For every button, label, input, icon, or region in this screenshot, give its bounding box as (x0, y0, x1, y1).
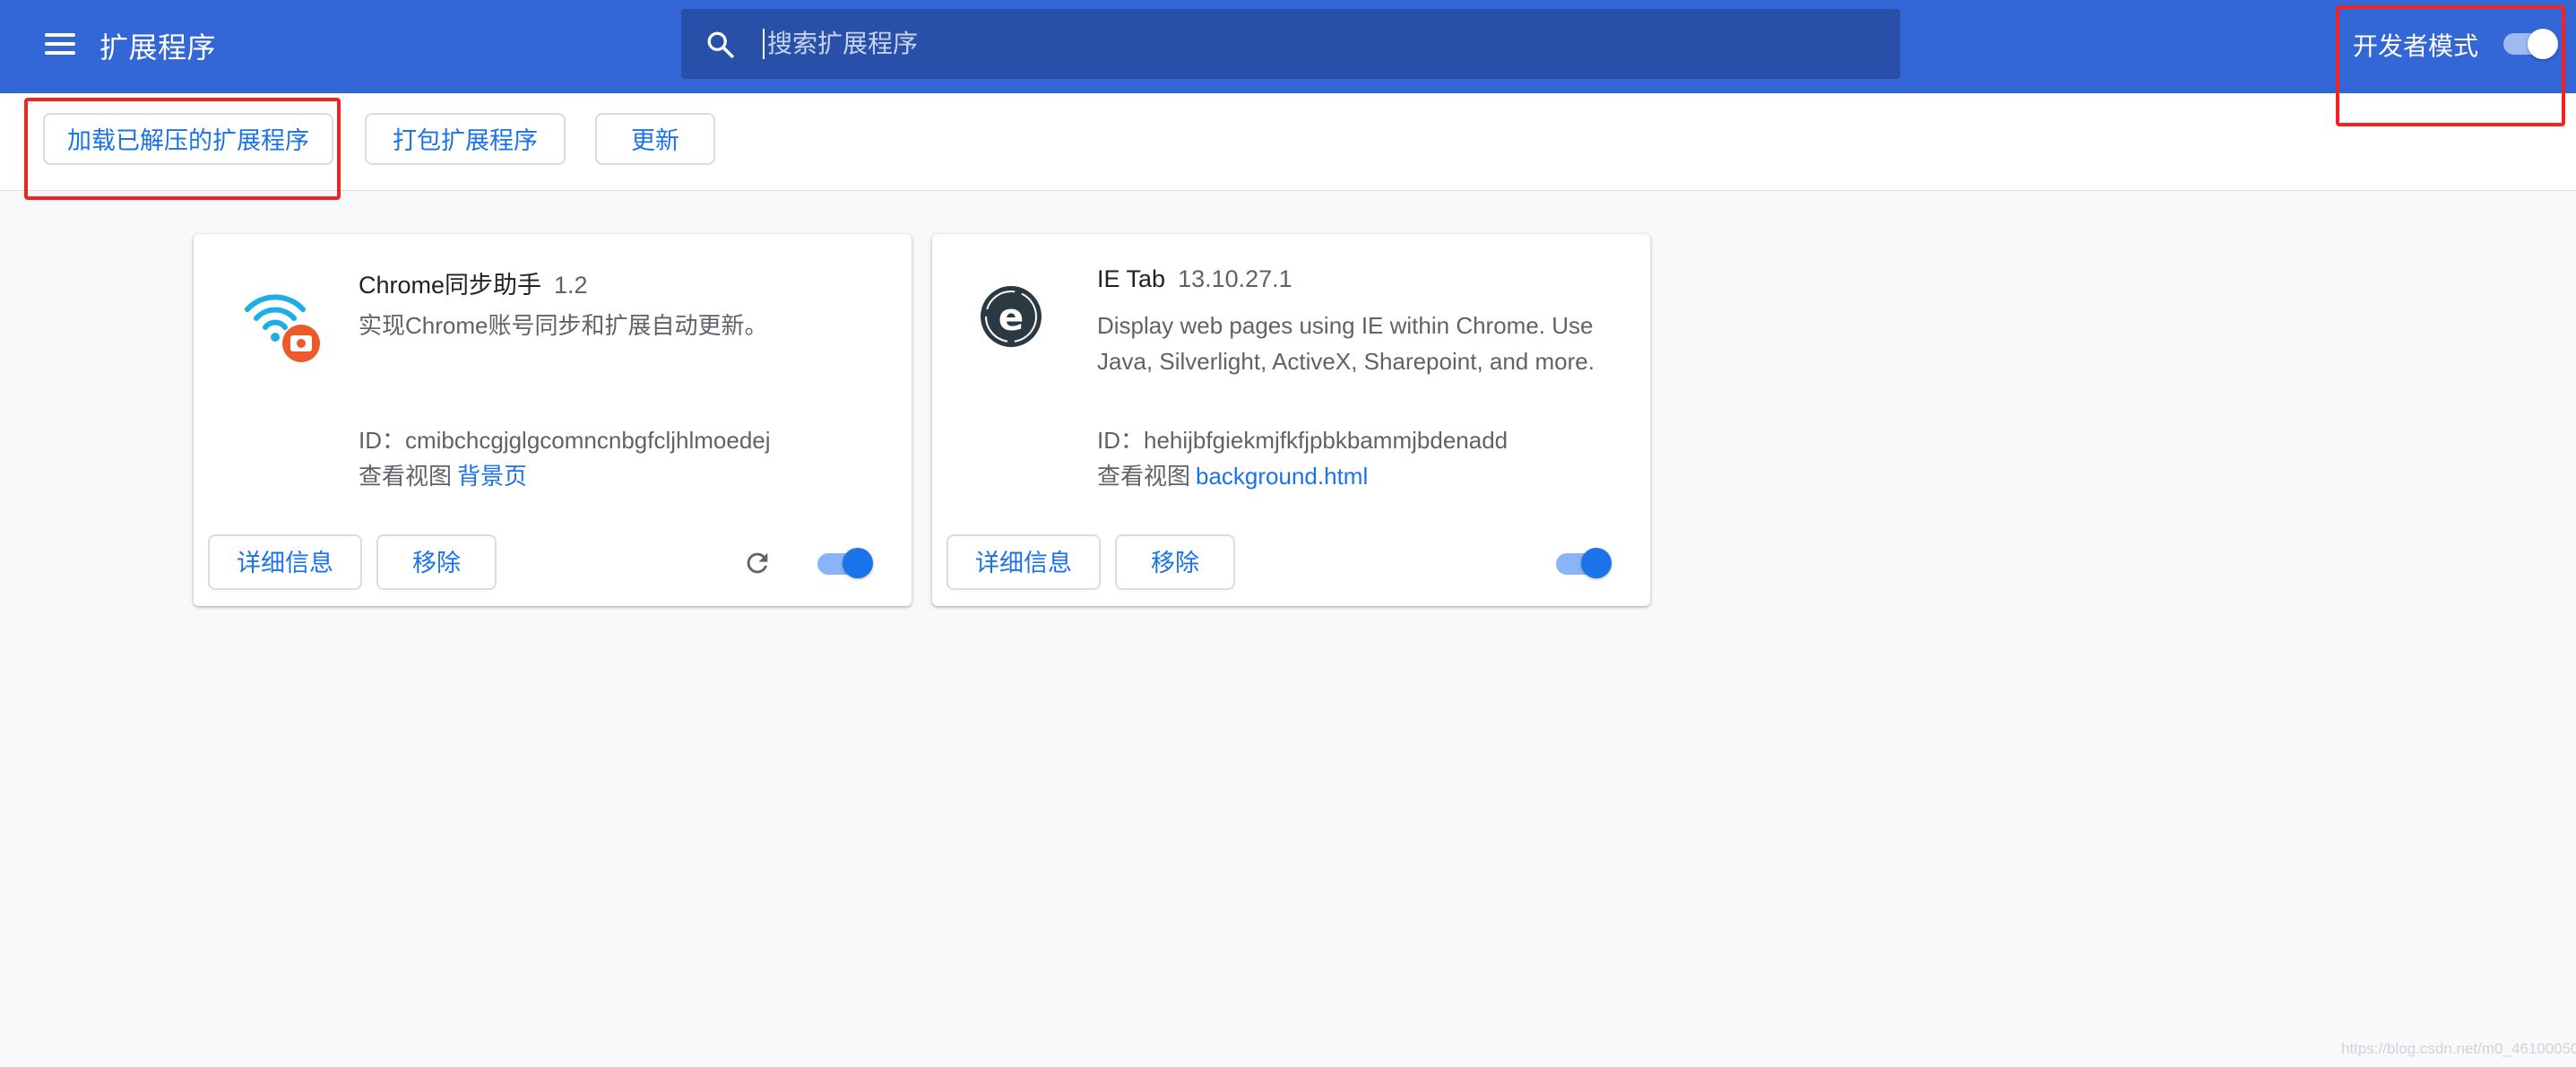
extension-title: IE Tab (1097, 265, 1166, 292)
dev-toolbar: 加载已解压的扩展程序 打包扩展程序 更新 (0, 93, 2576, 191)
load-unpacked-button[interactable]: 加载已解压的扩展程序 (43, 113, 333, 165)
extension-version: 1.2 (554, 272, 588, 299)
svg-text:e: e (998, 295, 1024, 339)
details-button[interactable]: 详细信息 (208, 534, 362, 590)
extension-enable-toggle[interactable] (1556, 548, 1613, 578)
extension-id: ID：cmibchcgjglgcomncnbgfcljhlmoedej (359, 427, 771, 454)
extension-id: ID：hehijbfgiekmjfkfjpbkbammjbdenadd (1097, 427, 1508, 454)
extension-name: Chrome同步助手 1.2 (359, 265, 588, 300)
page-title: 扩展程序 (99, 31, 217, 64)
extension-description: 实现Chrome账号同步和扩展自动更新。 (359, 312, 768, 339)
app-header: 扩展程序 开发者模式 (0, 0, 2576, 93)
extension-enable-toggle[interactable] (817, 548, 875, 578)
watermark: https://blog.csdn.net/m0_46100050 (2341, 1040, 2576, 1057)
dev-mode-toggle[interactable] (2503, 29, 2559, 59)
remove-button[interactable]: 移除 (1115, 534, 1235, 590)
dev-mode-label: 开发者模式 (2353, 32, 2479, 60)
inspect-views-label: 查看视图 (1097, 463, 1191, 490)
details-button[interactable]: 详细信息 (947, 534, 1101, 590)
inspect-views: 查看视图 背景页 (359, 458, 527, 491)
extension-version: 13.10.27.1 (1178, 265, 1292, 292)
update-button[interactable]: 更新 (595, 113, 715, 165)
menu-icon[interactable] (45, 30, 77, 57)
extension-title: Chrome同步助手 (359, 272, 542, 299)
wifi-sync-icon (245, 294, 320, 362)
search-input[interactable] (764, 22, 1846, 66)
pack-extension-button[interactable]: 打包扩展程序 (365, 113, 566, 165)
reload-icon[interactable] (742, 548, 773, 578)
extension-card: e IE Tab 13.10.27.1 Display web pages usi… (932, 234, 1650, 606)
background-page-link[interactable]: 背景页 (457, 463, 527, 490)
inspect-views-label: 查看视图 (359, 463, 453, 490)
extension-description: Display web pages using IE within Chrome… (1097, 312, 1595, 375)
extension-card: Chrome同步助手 1.2 实现Chrome账号同步和扩展自动更新。 ID：cm… (194, 234, 912, 606)
background-page-link[interactable]: background.html (1196, 463, 1368, 490)
search-icon (707, 31, 734, 58)
remove-button[interactable]: 移除 (376, 534, 497, 590)
extension-name: IE Tab 13.10.27.1 (1097, 265, 1292, 293)
search-box[interactable] (681, 9, 1900, 79)
ie-tab-icon: e (981, 286, 1042, 347)
inspect-views: 查看视图 background.html (1097, 458, 1368, 491)
